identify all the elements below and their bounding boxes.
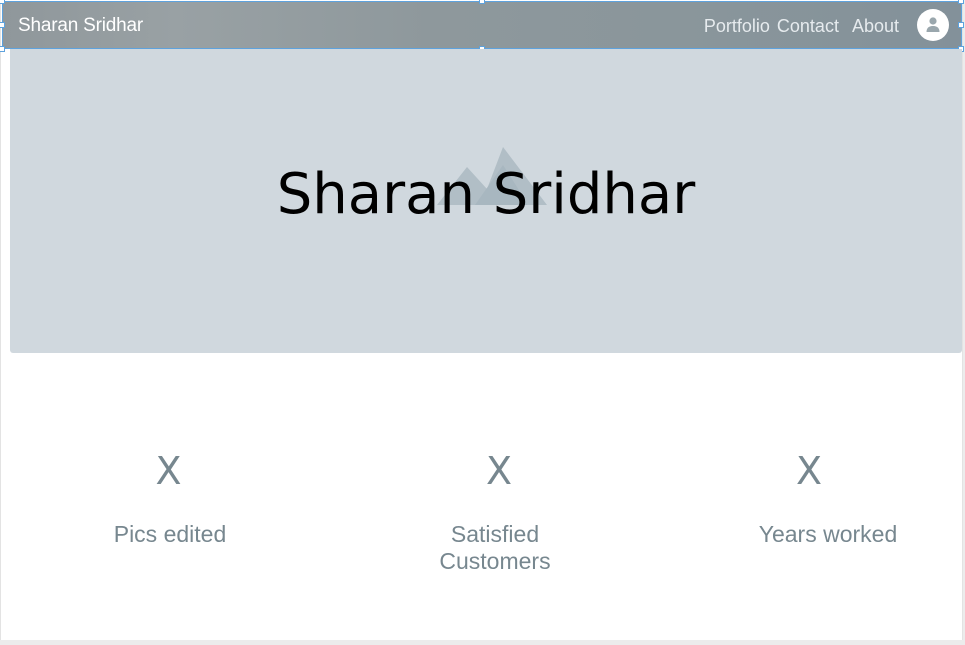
stat-value: X	[485, 449, 513, 493]
selection-handle-bl[interactable]	[0, 46, 5, 52]
nav-link-contact[interactable]: Contact	[777, 16, 839, 37]
navbar[interactable]: Sharan Sridhar Portfolio Contact About	[2, 1, 962, 49]
stat-label: Years worked	[758, 521, 898, 547]
stat-pics-edited: X Pics edited	[60, 449, 280, 548]
nav-link-portfolio[interactable]: Portfolio	[704, 16, 770, 37]
selection-handle-tm[interactable]	[479, 0, 485, 4]
brand-name[interactable]: Sharan Sridhar	[18, 15, 143, 37]
nav-links: Portfolio Contact About	[704, 16, 899, 37]
stat-label: Satisfied Customers	[439, 521, 551, 574]
hero-title: Sharan Sridhar	[276, 162, 696, 227]
stat-satisfied-customers: X Satisfied Customers	[389, 449, 609, 575]
page-canvas: Sharan Sridhar Portfolio Contact About S…	[0, 0, 964, 640]
user-icon	[926, 17, 940, 32]
stat-value: X	[155, 449, 182, 493]
selection-handle-tr[interactable]	[958, 0, 964, 4]
avatar-button[interactable]	[917, 9, 949, 41]
nav-link-about[interactable]: About	[852, 16, 899, 37]
selection-handle-mr[interactable]	[958, 22, 964, 28]
stat-value: X	[795, 449, 823, 493]
stat-years-worked: X Years worked	[718, 449, 938, 548]
selection-handle-ml[interactable]	[0, 22, 5, 28]
stat-label: Pics edited	[113, 521, 227, 547]
hero-banner: Sharan Sridhar	[10, 49, 962, 353]
selection-handle-tl[interactable]	[0, 0, 5, 4]
